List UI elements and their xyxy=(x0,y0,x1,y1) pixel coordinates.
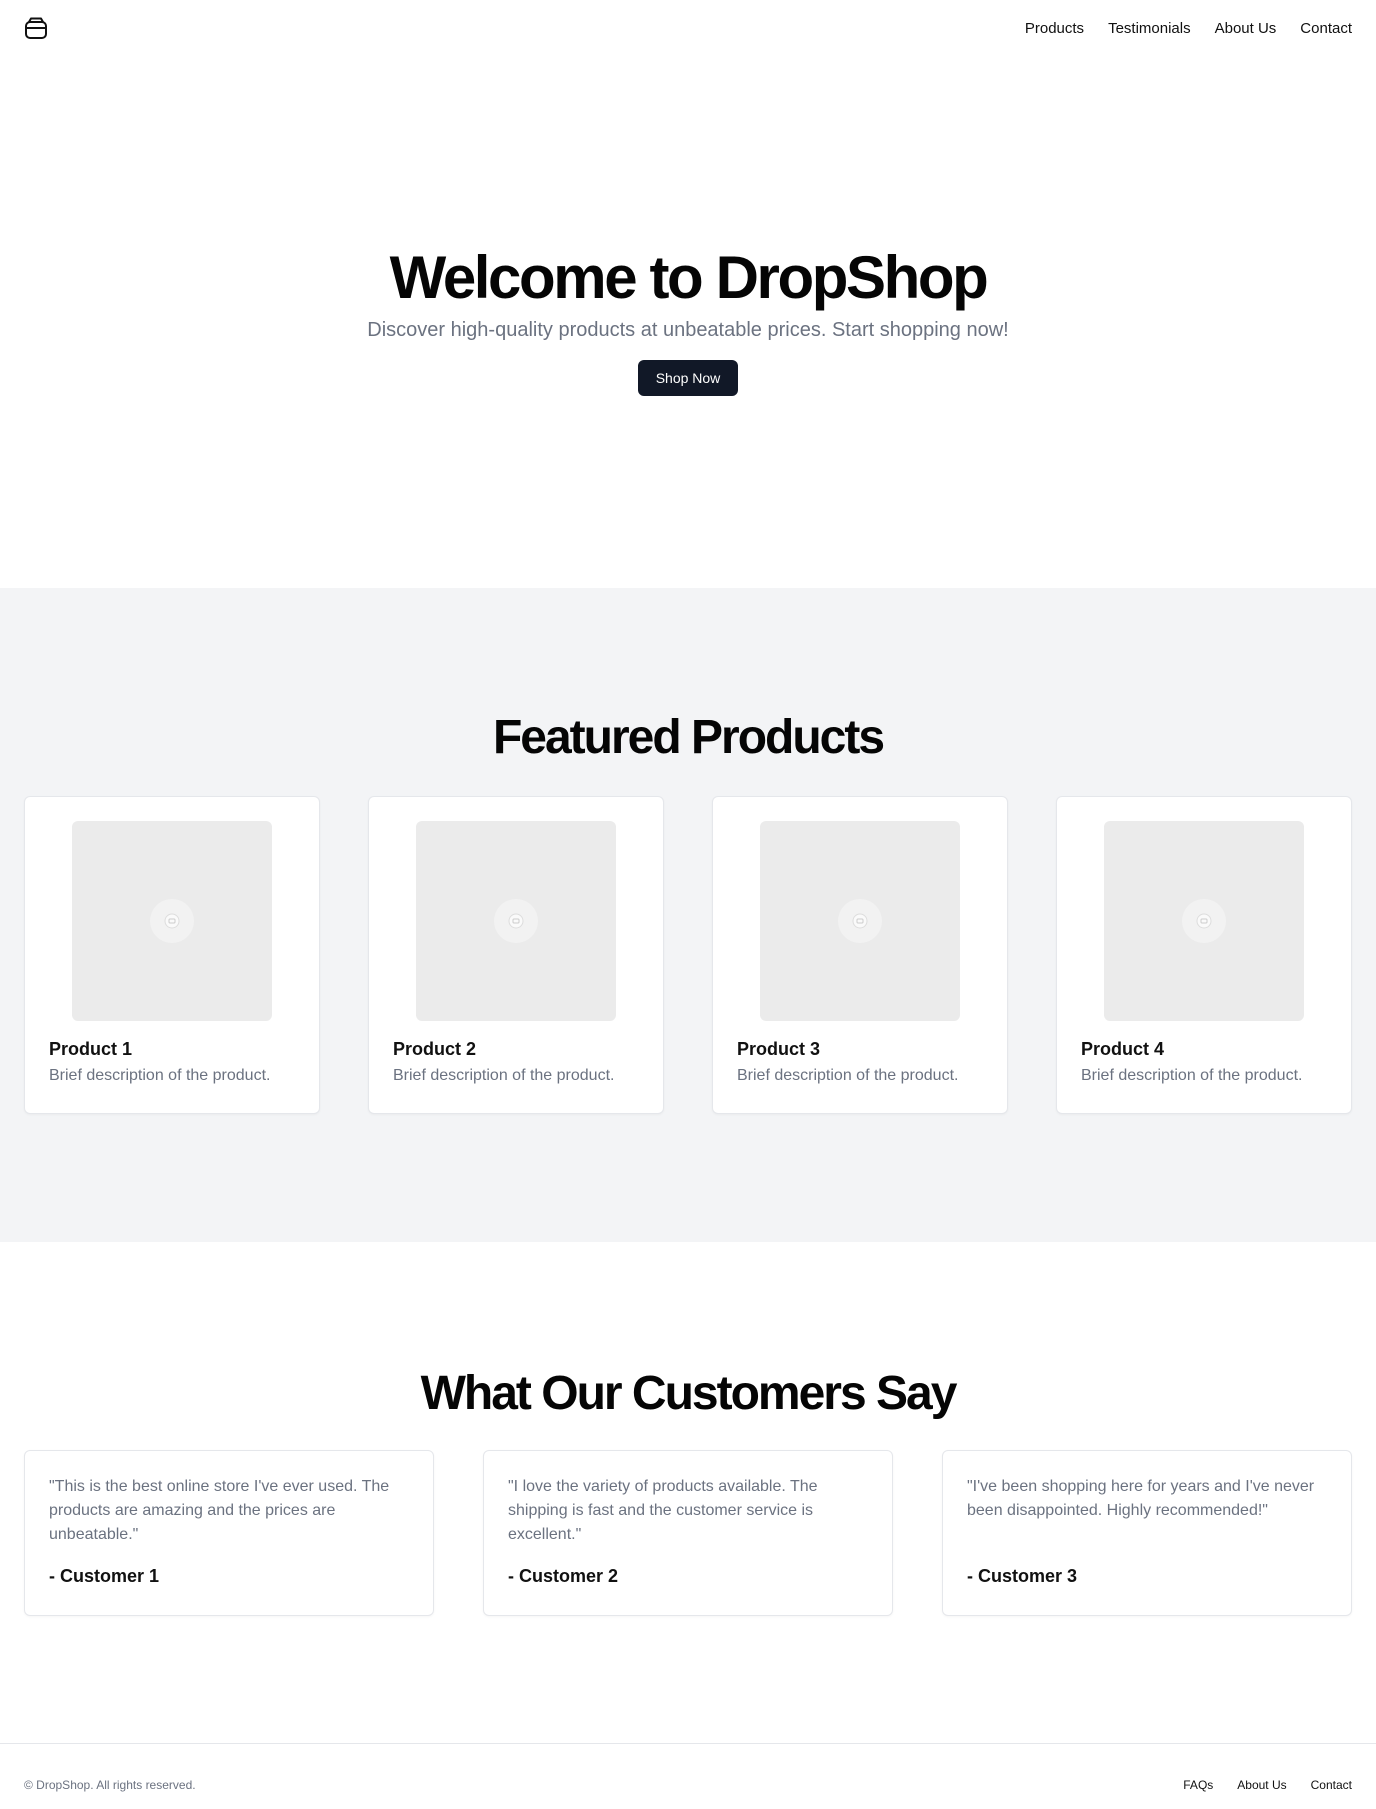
site-header: Products Testimonials About Us Contact xyxy=(0,0,1376,56)
nav-testimonials-link[interactable]: Testimonials xyxy=(1108,21,1191,36)
testimonial-quote: "I love the variety of products availabl… xyxy=(508,1478,818,1543)
product-description: Brief description of the product. xyxy=(49,1067,271,1084)
site-footer: © DropShop. All rights reserved. FAQs Ab… xyxy=(0,1743,1376,1809)
product-image[interactable] xyxy=(416,821,616,1021)
product-card[interactable]: Product 2 Brief description of the produ… xyxy=(368,796,664,1114)
testimonial-card: "I've been shopping here for years and I… xyxy=(942,1450,1352,1616)
testimonial-quote: "This is the best online store I've ever… xyxy=(49,1478,390,1543)
image-placeholder-icon xyxy=(494,899,538,943)
package-icon[interactable] xyxy=(23,16,49,40)
testimonial-author: - Customer 3 xyxy=(967,1566,1078,1586)
nav-contact-link[interactable]: Contact xyxy=(1300,21,1352,36)
testimonial-author: - Customer 1 xyxy=(49,1566,160,1586)
nav-about-link[interactable]: About Us xyxy=(1215,21,1277,36)
footer-contact-link[interactable]: Contact xyxy=(1311,1778,1352,1792)
shop-now-button[interactable]: Shop Now xyxy=(638,360,738,396)
testimonial-author: - Customer 2 xyxy=(508,1566,619,1586)
nav-products-link[interactable]: Products xyxy=(1025,21,1084,36)
product-card[interactable]: Product 3 Brief description of the produ… xyxy=(712,796,1008,1114)
featured-products-title: Featured Products xyxy=(492,711,885,764)
product-image[interactable] xyxy=(72,821,272,1021)
footer-faqs-link[interactable]: FAQs xyxy=(1183,1778,1213,1792)
product-name: Product 2 xyxy=(393,1039,477,1059)
product-image[interactable] xyxy=(1104,821,1304,1021)
testimonial-card: "I love the variety of products availabl… xyxy=(483,1450,893,1616)
product-description: Brief description of the product. xyxy=(737,1067,959,1084)
image-placeholder-icon xyxy=(838,899,882,943)
image-placeholder-icon xyxy=(150,899,194,943)
copyright-text: © DropShop. All rights reserved. xyxy=(24,1778,196,1792)
hero-subtitle: Discover high-quality products at unbeat… xyxy=(367,319,1009,341)
product-description: Brief description of the product. xyxy=(393,1067,615,1084)
hero-title: Welcome to DropShop xyxy=(389,244,989,311)
product-image[interactable] xyxy=(760,821,960,1021)
footer-about-link[interactable]: About Us xyxy=(1237,1778,1286,1792)
product-description: Brief description of the product. xyxy=(1081,1067,1303,1084)
testimonials-title: What Our Customers Say xyxy=(420,1367,958,1420)
main-nav: Products Testimonials About Us Contact xyxy=(1025,0,1352,56)
product-name: Product 1 xyxy=(49,1039,133,1059)
product-name: Product 4 xyxy=(1081,1039,1165,1059)
image-placeholder-icon xyxy=(1182,899,1226,943)
page: Products Testimonials About Us Contact W… xyxy=(0,0,1376,1809)
product-name: Product 3 xyxy=(737,1039,821,1059)
product-card[interactable]: Product 1 Brief description of the produ… xyxy=(24,796,320,1114)
testimonial-quote: "I've been shopping here for years and I… xyxy=(967,1478,1315,1519)
footer-nav: FAQs About Us Contact xyxy=(1183,1778,1352,1792)
featured-products-section: Featured Products Product 1 Brief descri… xyxy=(0,588,1376,1242)
product-card[interactable]: Product 4 Brief description of the produ… xyxy=(1056,796,1352,1114)
testimonial-card: "This is the best online store I've ever… xyxy=(24,1450,434,1616)
